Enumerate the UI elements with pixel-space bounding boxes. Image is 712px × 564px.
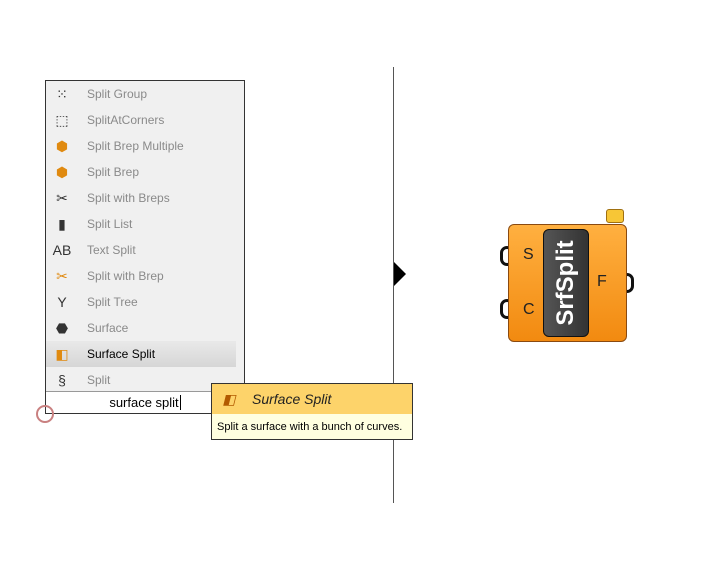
list-item[interactable]: ⬣ Surface [46, 315, 236, 341]
text-cursor [179, 395, 181, 410]
input-label-c: C [523, 301, 535, 318]
list-item-label: SplitAtCorners [87, 113, 165, 127]
tooltip: ◧ Surface Split Split a surface with a bu… [211, 383, 413, 440]
list-item-label: Surface [87, 321, 129, 335]
list-item-label: Split with Breps [87, 191, 170, 205]
split-list-icon: ▮ [58, 215, 66, 232]
split-brep-icon: ⬢ [55, 163, 69, 180]
target-icon [36, 405, 54, 423]
split-with-breps-icon: ✂ [56, 189, 68, 206]
list-item[interactable]: § Split [46, 367, 236, 393]
list-item[interactable]: ⬚ SplitAtCorners [46, 107, 236, 133]
surface-split-component[interactable]: S C F SrfSplit [508, 224, 627, 342]
split-group-icon: ⁙ [56, 85, 68, 102]
split-tree-icon: Y [57, 294, 67, 310]
message-bubble-icon[interactable] [606, 209, 624, 223]
list-item[interactable]: ◧ Surface Split [46, 341, 236, 367]
list-item[interactable]: ▮ Split List [46, 211, 236, 237]
list-item-label: Split Brep Multiple [87, 139, 184, 153]
list-item[interactable]: ✂ Split with Breps [46, 185, 236, 211]
split-at-corners-icon: ⬚ [55, 111, 69, 128]
list-item-label: Split Tree [87, 295, 138, 309]
list-item-label: Split with Brep [87, 269, 164, 283]
list-item-label: Split [87, 373, 111, 387]
split-icon: § [58, 372, 66, 388]
list-item-label: Split Brep [87, 165, 140, 179]
split-with-brep-icon: ✂ [56, 267, 68, 284]
arrow-right-icon [394, 262, 406, 286]
component-nickname: SrfSplit [543, 229, 589, 337]
surface-icon: ⬣ [55, 319, 69, 336]
list-item[interactable]: ⁙ Split Group [46, 81, 236, 107]
list-item-label: Split List [87, 217, 133, 231]
split-brep-multiple-icon: ⬢ [55, 137, 69, 154]
output-label-f: F [597, 273, 607, 290]
list-item[interactable]: Y Split Tree [46, 289, 236, 315]
search-results-list: surface split ⁙ Split Group ⬚ SplitAtCorner… [45, 80, 245, 414]
input-label-s: S [523, 246, 534, 263]
surface-split-icon: ◧ [55, 345, 69, 362]
list-item[interactable]: ⬢ Split Brep [46, 159, 236, 185]
list-item[interactable]: AB Text Split [46, 237, 236, 263]
list-item[interactable]: ⬢ Split Brep Multiple [46, 133, 236, 159]
surface-split-icon: ◧ [222, 390, 236, 407]
list-item[interactable]: ✂ Split with Brep [46, 263, 236, 289]
tooltip-description: Split a surface with a bunch of curves. [217, 421, 403, 433]
list-item-label: Split Group [87, 87, 148, 101]
list-item-label: Text Split [87, 243, 136, 257]
text-split-icon: AB [52, 242, 72, 258]
list-item-label: Surface Split [87, 347, 156, 361]
